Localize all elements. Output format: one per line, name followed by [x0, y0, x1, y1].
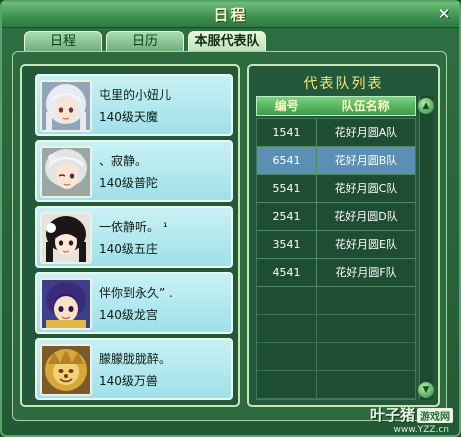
member-level: 140级万兽 [99, 374, 158, 388]
empty-row [257, 315, 415, 343]
watermark-url: www.YZZ.cn [393, 425, 449, 435]
close-icon[interactable]: ✕ [435, 5, 453, 23]
table-row[interactable]: 3541 花好月圆E队 [257, 231, 415, 259]
watermark-text: 叶子猪 [369, 406, 415, 424]
team-name: 花好月圆F队 [335, 266, 397, 279]
member-card[interactable]: 伴你到永久” . 140级龙宫 [35, 272, 233, 334]
member-panel: 屯里的小妞儿 140级天魔 、寂静。 140级普陀 一依静听。 ¹ 140级五庄… [20, 64, 240, 407]
empty-row [257, 343, 415, 371]
member-level: 140级龙宫 [99, 308, 158, 322]
table-row[interactable]: 4541 花好月圆F队 [257, 259, 415, 287]
team-name: 花好月圆D队 [334, 210, 398, 223]
member-level: 140级天魔 [99, 110, 158, 124]
member-name: 伴你到永久” . [99, 286, 173, 300]
tab-schedule[interactable]: 日程 [24, 31, 102, 51]
member-level: 140级普陀 [99, 176, 158, 190]
team-list-body: 1541 花好月圆A队 6541 花好月圆B队 5541 花好月圆C队 2541… [256, 118, 416, 400]
team-id: 3541 [257, 231, 317, 258]
black-hair-girl-avatar [40, 212, 92, 264]
team-list-panel: 代表队列表 编号 队伍名称 1541 花好月圆A队 6541 花好月圆B队 55… [247, 64, 440, 407]
table-row[interactable]: 6541 花好月圆B队 [257, 147, 415, 175]
team-list-title: 代表队列表 [303, 76, 384, 92]
white-hair-girl-avatar [40, 80, 92, 132]
watermark-tag: 游戏网 [417, 408, 453, 423]
tab-calendar[interactable]: 日历 [106, 31, 184, 51]
member-name: 屯里的小妞儿 [99, 88, 172, 102]
team-name: 花好月圆A队 [334, 126, 398, 139]
team-list-scrollbar[interactable]: ▲ ▼ [418, 96, 434, 400]
team-name: 花好月圆E队 [335, 238, 397, 251]
member-level: 140级五庄 [99, 242, 158, 256]
member-name: 、寂静。 [99, 154, 148, 168]
empty-row [257, 371, 415, 399]
member-card[interactable]: 、寂静。 140级普陀 [35, 140, 233, 202]
member-card[interactable]: 一依静听。 ¹ 140级五庄 [35, 206, 233, 268]
member-name: 一依静听。 ¹ [99, 220, 168, 234]
member-card[interactable]: 朦朦胧胧醉。 140级万兽 [35, 338, 233, 400]
title-bar[interactable]: 日程 ✕ [2, 2, 459, 28]
table-row[interactable]: 2541 花好月圆D队 [257, 203, 415, 231]
scroll-down-icon[interactable]: ▼ [418, 382, 434, 398]
table-row[interactable]: 5541 花好月圆C队 [257, 175, 415, 203]
team-id: 2541 [257, 203, 317, 230]
team-id: 1541 [257, 119, 317, 146]
scroll-up-icon[interactable]: ▲ [418, 98, 434, 114]
window-title: 日程 [213, 6, 248, 24]
tab-server-team[interactable]: 本服代表队 [188, 31, 266, 51]
team-id: 5541 [257, 175, 317, 202]
watermark-logo: 叶子猪 游戏网 [370, 404, 453, 425]
empty-row [257, 287, 415, 315]
team-list-header: 编号 队伍名称 [256, 96, 416, 116]
team-name: 花好月圆C队 [334, 182, 398, 195]
team-name: 花好月圆B队 [334, 154, 398, 167]
member-card[interactable]: 屯里的小妞儿 140级天魔 [35, 74, 233, 136]
member-name: 朦朦胧胧醉。 [99, 352, 172, 366]
table-row[interactable]: 1541 花好月圆A队 [257, 119, 415, 147]
team-id: 4541 [257, 259, 317, 286]
white-hair-wink-girl-avatar [40, 146, 92, 198]
tab-bar: 日程 日历 本服代表队 [24, 31, 270, 51]
golden-lion-avatar [40, 344, 92, 396]
team-id: 6541 [257, 147, 317, 174]
purple-hair-boy-avatar [40, 278, 92, 330]
header-team-name: 队伍名称 [341, 99, 390, 113]
header-id: 编号 [274, 99, 299, 113]
